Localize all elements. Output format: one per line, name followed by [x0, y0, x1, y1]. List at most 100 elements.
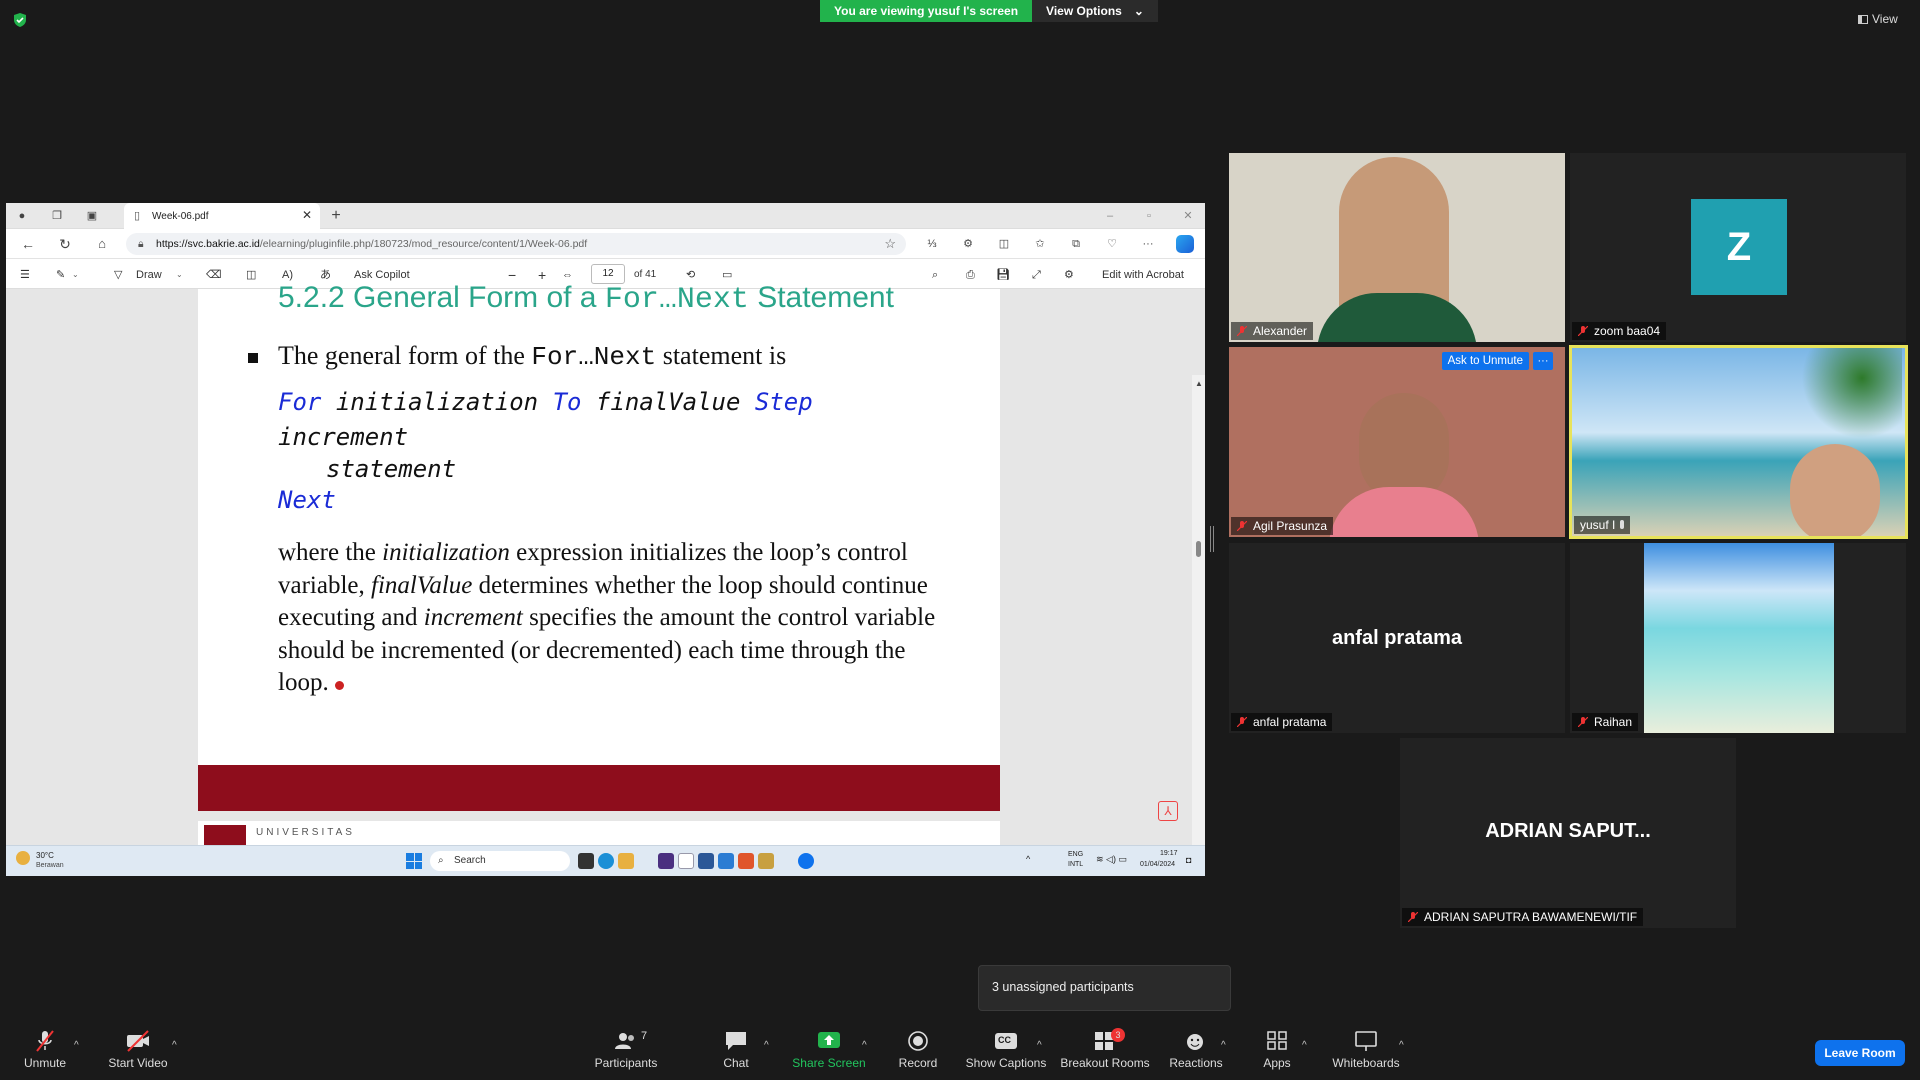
highlight-chevron-icon[interactable]: ⌄ [72, 267, 79, 283]
favorites-icon[interactable]: ✩ [1032, 236, 1048, 252]
browser-essentials-icon[interactable]: ♡ [1104, 236, 1120, 252]
chat-chevron-icon[interactable]: ^ [764, 1040, 769, 1051]
clock-date[interactable]: 01/04/2024 [1140, 861, 1175, 868]
share-screen-button[interactable]: Share Screen [784, 1030, 874, 1070]
tray-chevron-icon[interactable]: ^ [1026, 854, 1030, 864]
video-tile-agil[interactable]: Ask to Unmute ··· Agil Prasunza [1229, 347, 1565, 537]
apps-button[interactable]: Apps [1232, 1030, 1322, 1070]
kw-step: Step [754, 388, 813, 416]
draw-chevron-icon[interactable]: ⌄ [176, 267, 183, 283]
task-view-icon[interactable] [578, 853, 594, 869]
weather-temp: 30°C [36, 851, 54, 860]
pdf-settings-icon[interactable]: ⚙ [1064, 267, 1074, 283]
share-screen-label: Share Screen [792, 1056, 866, 1070]
url-field[interactable]: 🔒︎ https://svc.bakrie.ac.id/elearning/pl… [126, 233, 906, 255]
home-icon[interactable]: ⌂ [94, 236, 110, 252]
more-menu-icon[interactable]: ··· [1140, 236, 1156, 252]
scroll-up-icon[interactable]: ▲ [1195, 379, 1203, 388]
share-chevron-icon[interactable]: ^ [862, 1040, 867, 1051]
collections-icon[interactable]: ⧉ [1068, 236, 1084, 252]
clock-time[interactable]: 19:17 [1160, 850, 1178, 857]
ask-to-unmute-button[interactable]: Ask to Unmute [1441, 352, 1529, 370]
participants-button[interactable]: 7 Participants [581, 1030, 671, 1070]
tab-week06-pdf[interactable]: ▯ Week-06.pdf ✕ [124, 203, 320, 229]
lang-1[interactable]: ENG [1068, 851, 1083, 858]
video-tile-anfal[interactable]: anfal pratama anfal pratama [1229, 543, 1565, 733]
fullscreen-icon[interactable]: ⤢ [1032, 267, 1041, 283]
audio-options-chevron-icon[interactable]: ^ [74, 1040, 79, 1051]
video-tile-raihan[interactable]: Raihan [1570, 543, 1906, 733]
view-options-label: View Options [1046, 4, 1122, 18]
draw-icon[interactable]: ▽ [114, 267, 122, 283]
edge-icon[interactable] [598, 853, 614, 869]
favorite-star-icon[interactable]: ☆ [884, 233, 896, 255]
split-drag-handle[interactable] [1210, 526, 1214, 552]
profile-icon[interactable]: ● [14, 208, 30, 224]
erase-icon[interactable]: ⌫ [206, 267, 222, 283]
start-video-button[interactable]: Start Video [93, 1030, 183, 1070]
text-box-icon[interactable]: ◫ [246, 267, 256, 283]
scroll-thumb[interactable] [1196, 541, 1201, 557]
view-options-button[interactable]: View Options ⌄ [1032, 0, 1158, 22]
participant-video [1790, 444, 1880, 536]
contents-icon[interactable]: ☰ [20, 267, 30, 283]
close-tab-icon[interactable]: ✕ [302, 208, 312, 222]
tab-actions-icon[interactable]: ▣ [84, 208, 100, 224]
extensions-icon[interactable]: ⚙ [960, 236, 976, 252]
address-bar-row: ← ↻ ⌂ 🔒︎ https://svc.bakrie.ac.id/elearn… [6, 229, 1205, 259]
share-screen-icon [818, 1032, 840, 1048]
window-close-icon[interactable]: ✕ [1180, 208, 1196, 224]
new-tab-icon[interactable]: + [328, 208, 344, 224]
matlab-icon[interactable] [738, 853, 754, 869]
app-icon-yellow[interactable] [758, 853, 774, 869]
app-icon-purple[interactable] [658, 853, 674, 869]
back-icon[interactable]: ← [20, 236, 36, 252]
whiteboards-chevron-icon[interactable]: ^ [1399, 1040, 1404, 1051]
security-shield-icon[interactable] [12, 12, 28, 28]
zoom-app-icon[interactable] [798, 853, 814, 869]
language-app-icon[interactable] [678, 853, 694, 869]
read-aloud-icon[interactable]: ⅓ [924, 236, 940, 252]
record-button[interactable]: Record [873, 1030, 963, 1070]
refresh-icon[interactable]: ↻ [57, 236, 73, 252]
pdf-viewer[interactable]: 5.2.2 General Form of a For…Next Stateme… [6, 281, 1205, 876]
whiteboards-button[interactable]: Whiteboards [1321, 1030, 1411, 1070]
view-button[interactable]: View [1858, 12, 1898, 26]
file-explorer-icon[interactable] [618, 853, 634, 869]
app-icon-blue[interactable] [718, 853, 734, 869]
chat-label: Chat [723, 1056, 749, 1070]
notification-icon[interactable]: ◘ [1186, 855, 1191, 865]
mic-muted-icon [1578, 717, 1588, 727]
acrobat-icon[interactable]: ⅄ [1158, 801, 1178, 821]
captions-chevron-icon[interactable]: ^ [1037, 1040, 1042, 1051]
copilot-icon[interactable] [1176, 235, 1194, 253]
video-tile-yusuf-active-speaker[interactable]: yusuf I [1569, 345, 1908, 539]
taskbar-search[interactable]: ⌕ Search [430, 851, 570, 871]
reactions-button[interactable]: Reactions [1151, 1030, 1241, 1070]
restore-icon[interactable]: ▫ [1141, 208, 1157, 224]
windows-start-icon[interactable] [406, 853, 422, 869]
reactions-chevron-icon[interactable]: ^ [1221, 1040, 1226, 1051]
minimize-icon[interactable]: – [1102, 208, 1118, 224]
lang-2[interactable]: INTL [1068, 861, 1083, 868]
word-icon[interactable] [698, 853, 714, 869]
weather-icon[interactable] [16, 851, 30, 865]
wifi-volume-battery-icon[interactable]: ≋ ◁) ▭ [1096, 854, 1127, 865]
video-tile-adrian[interactable]: ADRIAN SAPUT... ADRIAN SAPUTRA BAWAMENEW… [1400, 738, 1736, 928]
highlight-icon[interactable]: ✎ [56, 267, 65, 283]
breakout-rooms-button[interactable]: 3 Breakout Rooms [1060, 1028, 1150, 1070]
more-options-button[interactable]: ··· [1533, 352, 1553, 370]
print-icon[interactable]: ⎙ [966, 267, 975, 283]
leave-room-button[interactable]: Leave Room [1815, 1040, 1905, 1066]
apps-chevron-icon[interactable]: ^ [1302, 1040, 1307, 1051]
video-tile-zoom-baa04[interactable]: Z zoom baa04 [1570, 153, 1906, 342]
search-pdf-icon[interactable]: ⌕ [932, 267, 938, 283]
pdf-scrollbar[interactable]: ▲ ▼ [1192, 375, 1205, 876]
video-tile-alexander[interactable]: Alexander [1229, 153, 1565, 342]
workspaces-icon[interactable]: ❐ [49, 208, 65, 224]
video-options-chevron-icon[interactable]: ^ [172, 1040, 177, 1051]
save-icon[interactable]: 💾︎ [996, 267, 1010, 283]
split-screen-icon[interactable]: ◫ [996, 236, 1012, 252]
edit-with-acrobat-button[interactable]: Edit with Acrobat [1102, 267, 1184, 283]
draw-button[interactable]: Draw [136, 267, 162, 283]
